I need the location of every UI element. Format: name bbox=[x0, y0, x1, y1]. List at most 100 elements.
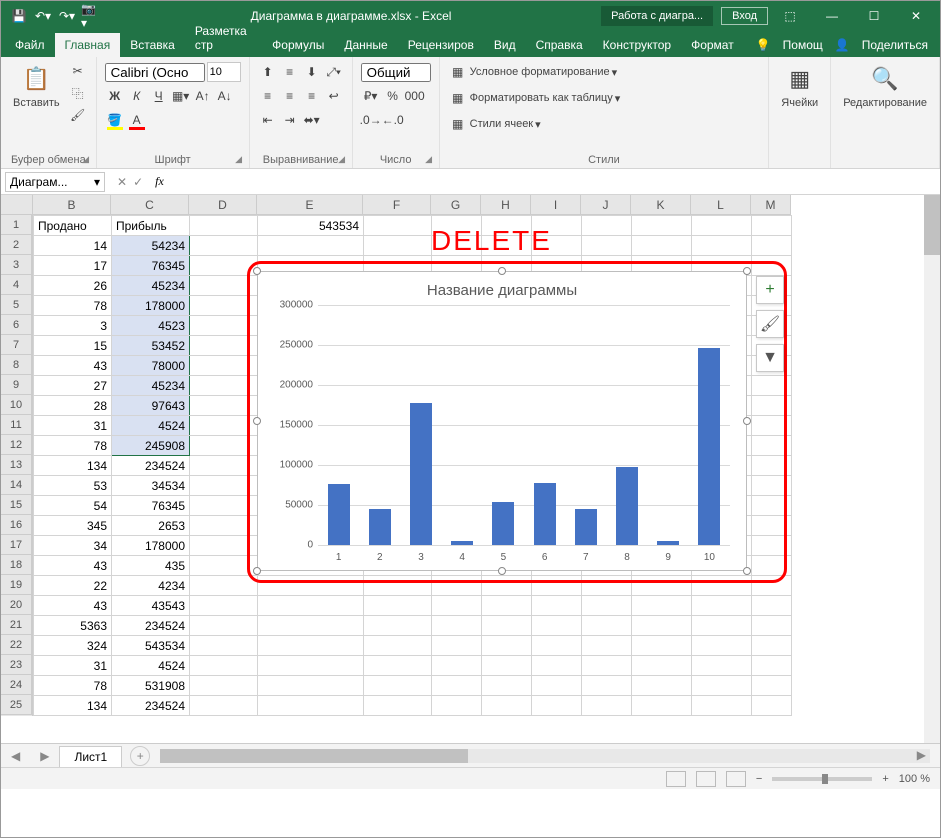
share-icon[interactable]: 👤 bbox=[835, 38, 850, 52]
cell[interactable] bbox=[258, 596, 364, 616]
tab-design[interactable]: Конструктор bbox=[593, 33, 681, 57]
tab-nav-next-icon[interactable]: ▶ bbox=[30, 749, 59, 763]
merge-icon[interactable]: ⬌▾ bbox=[302, 110, 322, 130]
paste-button[interactable]: 📋 Вставить bbox=[9, 61, 64, 111]
cell[interactable] bbox=[752, 536, 792, 556]
cell[interactable] bbox=[692, 596, 752, 616]
cell[interactable] bbox=[752, 576, 792, 596]
tab-help[interactable]: Справка bbox=[526, 33, 593, 57]
chart-title[interactable]: Название диаграммы bbox=[258, 272, 746, 305]
view-layout-icon[interactable] bbox=[696, 771, 716, 787]
dialog-launcher-icon[interactable]: ◢ bbox=[80, 154, 92, 166]
cell[interactable] bbox=[364, 216, 432, 236]
cell[interactable] bbox=[752, 696, 792, 716]
cell[interactable]: 2653 bbox=[112, 516, 190, 536]
zoom-slider[interactable] bbox=[772, 777, 872, 781]
decrease-decimal-icon[interactable]: ←.0 bbox=[383, 110, 403, 130]
cell[interactable]: 78 bbox=[34, 296, 112, 316]
cell[interactable]: Прибыль bbox=[112, 216, 190, 236]
cell[interactable] bbox=[692, 236, 752, 256]
cell[interactable] bbox=[364, 236, 432, 256]
cell[interactable]: 28 bbox=[34, 396, 112, 416]
cell[interactable] bbox=[364, 656, 432, 676]
ribbon-options-icon[interactable]: ⬚ bbox=[770, 1, 810, 31]
zoom-in-icon[interactable]: + bbox=[882, 773, 888, 785]
cell[interactable]: 543534 bbox=[258, 216, 364, 236]
cell[interactable]: 76345 bbox=[112, 496, 190, 516]
tab-view[interactable]: Вид bbox=[484, 33, 526, 57]
cell[interactable] bbox=[364, 576, 432, 596]
cell[interactable]: 43 bbox=[34, 556, 112, 576]
view-normal-icon[interactable] bbox=[666, 771, 686, 787]
cell[interactable] bbox=[692, 696, 752, 716]
cancel-formula-icon[interactable]: ✕ bbox=[117, 175, 127, 189]
tell-me-label[interactable]: Помощ bbox=[783, 38, 823, 52]
col-header[interactable]: H bbox=[481, 195, 531, 215]
chart-filter-button[interactable]: ▼ bbox=[756, 344, 784, 372]
indent-increase-icon[interactable]: ⇥ bbox=[280, 110, 300, 130]
cell[interactable] bbox=[190, 396, 258, 416]
font-size-combo[interactable] bbox=[207, 62, 241, 82]
add-sheet-button[interactable]: + bbox=[130, 746, 150, 766]
cell[interactable] bbox=[258, 636, 364, 656]
tab-review[interactable]: Рецензиров bbox=[398, 33, 484, 57]
cell[interactable] bbox=[532, 696, 582, 716]
tab-nav-prev-icon[interactable]: ◀ bbox=[1, 749, 30, 763]
cell[interactable] bbox=[432, 616, 482, 636]
tab-file[interactable]: Файл bbox=[5, 33, 55, 57]
cell[interactable] bbox=[190, 676, 258, 696]
row-header[interactable]: 20 bbox=[1, 595, 32, 615]
cell[interactable] bbox=[258, 656, 364, 676]
chart-bar[interactable] bbox=[698, 348, 720, 545]
cell[interactable] bbox=[482, 576, 532, 596]
row-header[interactable]: 1 bbox=[1, 215, 32, 235]
cell[interactable] bbox=[364, 636, 432, 656]
resize-handle[interactable] bbox=[743, 267, 751, 275]
underline-button[interactable]: Ч bbox=[149, 86, 169, 106]
cell[interactable] bbox=[258, 576, 364, 596]
cell[interactable] bbox=[532, 576, 582, 596]
cell[interactable] bbox=[432, 656, 482, 676]
cell[interactable] bbox=[482, 676, 532, 696]
col-header[interactable]: F bbox=[363, 195, 431, 215]
row-header[interactable]: 11 bbox=[1, 415, 32, 435]
select-all-corner[interactable] bbox=[1, 195, 33, 215]
cell[interactable] bbox=[190, 576, 258, 596]
cell[interactable]: 97643 bbox=[112, 396, 190, 416]
row-header[interactable]: 17 bbox=[1, 535, 32, 555]
camera-icon[interactable]: 📷▾ bbox=[81, 6, 101, 26]
cell[interactable]: 134 bbox=[34, 456, 112, 476]
cell[interactable] bbox=[190, 316, 258, 336]
number-format-combo[interactable] bbox=[361, 63, 431, 82]
col-header[interactable]: L bbox=[691, 195, 751, 215]
cell[interactable] bbox=[432, 636, 482, 656]
cell[interactable] bbox=[190, 256, 258, 276]
resize-handle[interactable] bbox=[253, 267, 261, 275]
col-header[interactable]: I bbox=[531, 195, 581, 215]
cell[interactable]: 4234 bbox=[112, 576, 190, 596]
cell[interactable] bbox=[582, 696, 632, 716]
login-button[interactable]: Вход bbox=[721, 7, 768, 25]
cell[interactable] bbox=[752, 236, 792, 256]
row-header[interactable]: 13 bbox=[1, 455, 32, 475]
cell[interactable]: 3 bbox=[34, 316, 112, 336]
cell[interactable] bbox=[482, 596, 532, 616]
cell[interactable]: 324 bbox=[34, 636, 112, 656]
cell[interactable] bbox=[364, 676, 432, 696]
cell[interactable]: 78000 bbox=[112, 356, 190, 376]
cell[interactable] bbox=[190, 376, 258, 396]
cell[interactable] bbox=[190, 276, 258, 296]
cell[interactable]: 54234 bbox=[112, 236, 190, 256]
row-header[interactable]: 3 bbox=[1, 255, 32, 275]
format-painter-icon[interactable]: 🖌 bbox=[68, 105, 88, 125]
cell[interactable] bbox=[190, 336, 258, 356]
chart-bar[interactable] bbox=[410, 403, 432, 545]
cell[interactable]: 14 bbox=[34, 236, 112, 256]
cell[interactable]: 43543 bbox=[112, 596, 190, 616]
row-header[interactable]: 16 bbox=[1, 515, 32, 535]
cell[interactable] bbox=[692, 656, 752, 676]
cell[interactable] bbox=[632, 596, 692, 616]
cell[interactable] bbox=[752, 376, 792, 396]
cell[interactable]: 43 bbox=[34, 596, 112, 616]
cell[interactable]: 234524 bbox=[112, 696, 190, 716]
